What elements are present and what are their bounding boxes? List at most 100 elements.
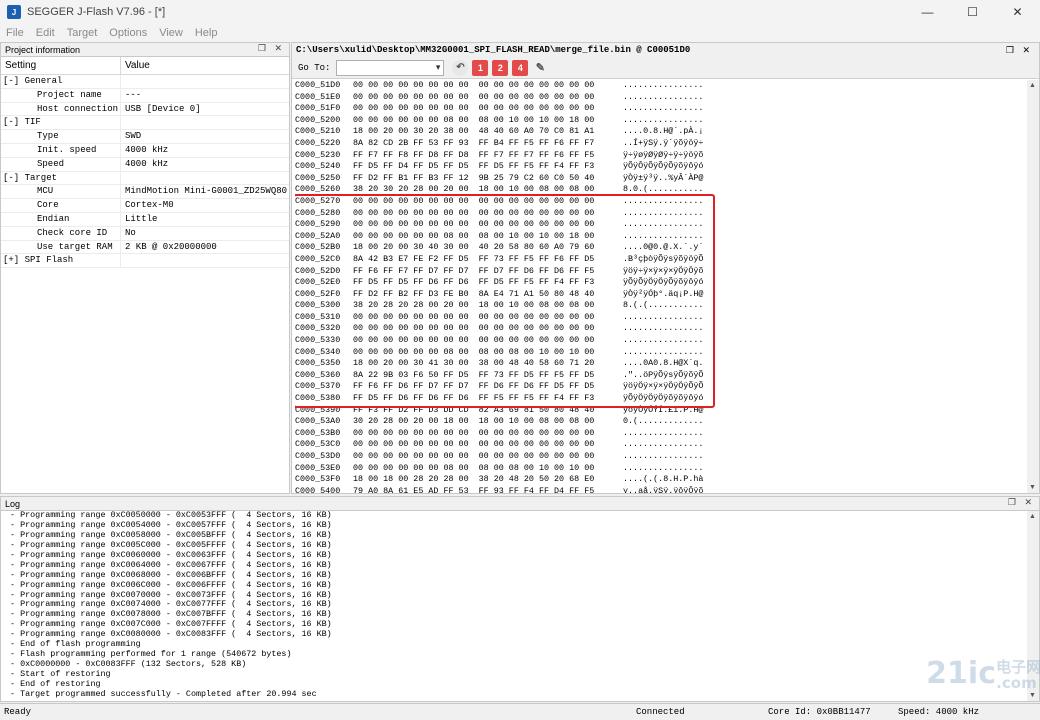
file-path: C:\Users\xulid\Desktop\MM32G0001_SPI_FLA… <box>296 45 691 55</box>
settings-row[interactable]: Use target RAM 2 KB @ 0x20000000 <box>1 240 289 255</box>
hex-dump-area[interactable]: C000_51D0 00 00 00 00 00 00 00 00 00 00 0… <box>295 80 1027 493</box>
title-bar: J SEGGER J-Flash V7.96 - [*] — ☐ ✕ <box>0 0 1040 24</box>
hex-row[interactable]: C000_5220 8A 82 CD 2B FF 53 FF 93 FF B4 F… <box>295 138 1027 150</box>
menu-file[interactable]: File <box>6 27 24 39</box>
settings-row[interactable]: Endian Little <box>1 212 289 227</box>
hex-row[interactable]: C000_5260 38 20 30 20 28 00 20 00 18 00 1… <box>295 184 1027 196</box>
view-2-byte-button[interactable]: 2 <box>492 59 509 76</box>
log-line: - 0xC0000000 - 0xC0083FFF (132 Sectors, … <box>5 659 247 670</box>
hex-bytes: 8A 22 9B 03 F6 50 FF D5 FF 73 FF D5 FF F… <box>353 369 595 380</box>
hex-ascii: ................ <box>623 103 704 114</box>
hex-row[interactable]: C000_5370 FF F6 FF D6 FF D7 FF D7 FF D6 F… <box>295 381 1027 393</box>
hex-bytes: FF D5 FF D5 FF D6 FF D6 FF D5 FF F5 FF F… <box>353 277 595 288</box>
settings-row[interactable]: Core Cortex-M0 <box>1 199 289 213</box>
hex-address: C000_52A0 <box>295 230 341 241</box>
hex-row[interactable]: C000_53E0 00 00 00 00 00 00 08 00 08 00 0… <box>295 463 1027 475</box>
settings-row[interactable]: Type SWD <box>1 130 289 144</box>
scroll-up-icon[interactable]: ▲ <box>1029 513 1036 520</box>
hex-row[interactable]: C000_52D0 FF F6 FF F7 FF D7 FF D7 FF D7 F… <box>295 266 1027 278</box>
hex-row[interactable]: C000_51D0 00 00 00 00 00 00 00 00 00 00 0… <box>295 80 1027 92</box>
edit-pencil-icon[interactable]: ✎ <box>532 60 548 76</box>
project-table-header: Setting Value <box>1 57 289 75</box>
hex-bytes: 18 00 20 00 30 20 38 00 48 40 60 A0 70 C… <box>353 126 595 137</box>
hex-row[interactable]: C000_53B0 00 00 00 00 00 00 00 00 00 00 0… <box>295 428 1027 440</box>
hex-row[interactable]: C000_51F0 00 00 00 00 00 00 00 00 00 00 0… <box>295 103 1027 115</box>
hex-row[interactable]: C000_5380 FF D5 FF D6 FF D6 FF D6 FF F5 F… <box>295 393 1027 405</box>
hex-row[interactable]: C000_52A0 00 00 00 00 00 00 08 00 08 00 1… <box>295 231 1027 243</box>
maximize-icon[interactable]: ☐ <box>950 0 995 24</box>
hex-row[interactable]: C000_5230 FF F7 FF F8 FF D8 FF D8 FF F7 F… <box>295 150 1027 162</box>
panel-window-controls[interactable]: ❐ ✕ <box>1006 43 1033 57</box>
hex-row[interactable]: C000_5350 18 00 20 00 30 41 30 00 38 00 4… <box>295 358 1027 370</box>
hex-ascii: ................ <box>623 219 704 230</box>
hex-ascii: ....0.8.H@`.pÀ.¡ <box>623 126 704 137</box>
settings-group-row[interactable]: [+] SPI Flash <box>1 254 289 269</box>
jflash-app-icon: J <box>7 5 21 19</box>
hex-row[interactable]: C000_5340 00 00 00 00 00 00 08 00 08 00 0… <box>295 347 1027 359</box>
settings-row[interactable]: Host connection USB [Device 0] <box>1 102 289 117</box>
hex-row[interactable]: C000_53C0 00 00 00 00 00 00 00 00 00 00 0… <box>295 439 1027 451</box>
close-icon[interactable]: ✕ <box>995 0 1040 24</box>
setting-value: 4000 kHz <box>125 158 169 169</box>
hex-row[interactable]: C000_5310 00 00 00 00 00 00 00 00 00 00 0… <box>295 312 1027 324</box>
hex-bytes: FF D5 FF D6 FF D6 FF D6 FF F5 FF F5 FF F… <box>353 393 595 404</box>
setting-name: Type <box>1 130 121 143</box>
hex-row[interactable]: C000_5360 8A 22 9B 03 F6 50 FF D5 FF 73 F… <box>295 370 1027 382</box>
hex-row[interactable]: C000_5270 00 00 00 00 00 00 00 00 00 00 0… <box>295 196 1027 208</box>
hex-row[interactable]: C000_53A0 30 20 28 00 20 00 18 00 18 00 1… <box>295 416 1027 428</box>
settings-group-row[interactable]: [-] Target <box>1 171 289 186</box>
back-arrow-icon[interactable]: ↶ <box>452 59 469 76</box>
menu-target[interactable]: Target <box>67 27 98 39</box>
panel-window-controls[interactable]: ❐ ✕ <box>1008 497 1035 508</box>
log-vertical-scrollbar[interactable]: ▲ ▼ <box>1027 511 1039 701</box>
hex-row[interactable]: C000_5320 00 00 00 00 00 00 00 00 00 00 0… <box>295 323 1027 335</box>
hex-row[interactable]: C000_52F0 FF D2 FF B2 FF D3 FE B0 8A E4 7… <box>295 289 1027 301</box>
hex-ascii: ÿÕÿÕÿÖÿÖÿÕÿõÿôÿó <box>623 277 704 288</box>
project-panel-header: Project information ❐ ✕ <box>1 43 289 57</box>
hex-vertical-scrollbar[interactable]: ▲ ▼ <box>1027 80 1039 493</box>
project-rows: [-] General Project name --- Host connectio… <box>1 75 289 269</box>
log-line: - Programming range 0xC0080000 - 0xC0083… <box>5 629 332 640</box>
scroll-down-icon[interactable]: ▼ <box>1029 692 1036 699</box>
settings-group-row[interactable]: [-] General <box>1 75 289 89</box>
hex-row[interactable]: C000_5280 00 00 00 00 00 00 00 00 00 00 0… <box>295 208 1027 220</box>
settings-row[interactable]: Speed 4000 kHz <box>1 157 289 172</box>
hex-address: C000_5220 <box>295 137 341 148</box>
hex-row[interactable]: C000_5300 38 20 28 20 28 00 20 00 18 00 1… <box>295 300 1027 312</box>
settings-row[interactable]: Check core ID No <box>1 226 289 241</box>
menu-view[interactable]: View <box>159 27 183 39</box>
hex-row[interactable]: C000_5290 00 00 00 00 00 00 00 00 00 00 0… <box>295 219 1027 231</box>
settings-row[interactable]: Project name --- <box>1 88 289 103</box>
settings-group-row[interactable]: [-] TIF <box>1 116 289 131</box>
hex-row[interactable]: C000_52E0 FF D5 FF D5 FF D6 FF D6 FF D5 F… <box>295 277 1027 289</box>
hex-row[interactable]: C000_5400 79 A0 8A 61 E5 AD FF 53 FF 93 F… <box>295 486 1027 493</box>
log-text-area[interactable]: - Programming range 0xC0050000 - 0xC0053… <box>5 511 1021 701</box>
view-4-byte-button[interactable]: 4 <box>512 59 529 76</box>
hex-row[interactable]: C000_5210 18 00 20 00 30 20 38 00 48 40 6… <box>295 126 1027 138</box>
settings-row[interactable]: Init. speed 4000 kHz <box>1 143 289 158</box>
hex-row[interactable]: C000_5240 FF D5 FF D4 FF D5 FF D5 FF D5 F… <box>295 161 1027 173</box>
scroll-down-icon[interactable]: ▼ <box>1029 484 1036 491</box>
goto-address-combo[interactable]: ▾ <box>336 59 445 76</box>
panel-window-controls[interactable]: ❐ ✕ <box>258 43 285 54</box>
hex-ascii: ÿóÿÒÿÓÝÍ.£i.P.H@ <box>623 404 704 415</box>
hex-row[interactable]: C000_5200 00 00 00 00 00 00 08 00 08 00 1… <box>295 115 1027 127</box>
hex-row[interactable]: C000_5250 FF D2 FF B1 FF B3 FF 12 9B 25 7… <box>295 173 1027 185</box>
menu-edit[interactable]: Edit <box>36 27 55 39</box>
hex-row[interactable]: C000_52C0 8A 42 B3 E7 FE F2 FF D5 FF 73 F… <box>295 254 1027 266</box>
settings-row[interactable]: MCU MindMotion Mini-G0001_ZD25WQ80 <box>1 185 289 200</box>
menu-options[interactable]: Options <box>109 27 147 39</box>
hex-row[interactable]: C000_52B0 18 00 20 00 30 40 30 00 40 20 5… <box>295 242 1027 254</box>
menu-help[interactable]: Help <box>195 27 218 39</box>
hex-row[interactable]: C000_51E0 00 00 00 00 00 00 00 00 00 00 0… <box>295 92 1027 104</box>
column-header-value[interactable]: Value <box>121 57 154 74</box>
view-1-byte-button[interactable]: 1 <box>472 59 489 76</box>
hex-row[interactable]: C000_53F0 18 00 18 00 28 20 28 00 38 20 4… <box>295 474 1027 486</box>
scroll-up-icon[interactable]: ▲ <box>1029 82 1036 89</box>
column-header-setting[interactable]: Setting <box>1 57 121 74</box>
minimize-icon[interactable]: — <box>905 0 950 24</box>
hex-row[interactable]: C000_5330 00 00 00 00 00 00 00 00 00 00 0… <box>295 335 1027 347</box>
hex-row[interactable]: C000_5390 FF F3 FF D2 FF D3 DD CD 82 A3 6… <box>295 405 1027 417</box>
chevron-down-icon[interactable]: ▾ <box>436 62 441 73</box>
hex-row[interactable]: C000_53D0 00 00 00 00 00 00 00 00 00 00 0… <box>295 451 1027 463</box>
